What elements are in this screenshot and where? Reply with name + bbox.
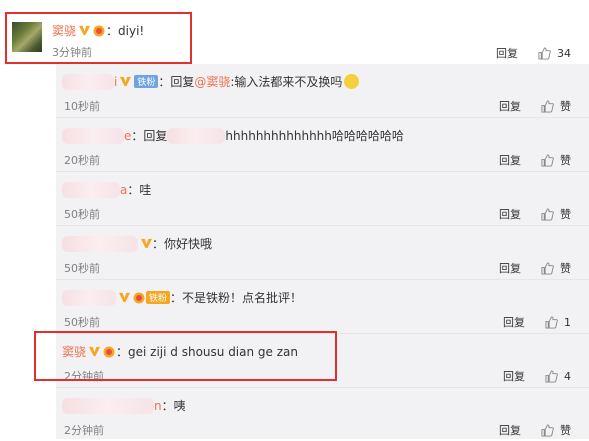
like-icon[interactable] (541, 207, 554, 221)
reply-body: :输入法都来不及换吗 (230, 75, 343, 89)
timestamp: 50秒前 (64, 208, 100, 221)
reply-text: n：咦 (62, 397, 186, 414)
reply-actions: 回复 赞 (499, 206, 571, 222)
timestamp: 10秒前 (64, 100, 100, 113)
list-item: 窦骁 ：gei ziji d shousu dian ge zan 2分钟前 回复… (56, 334, 589, 388)
blurred-username (62, 182, 120, 198)
list-item: 铁粉 ：不是铁粉！点名批评！ 50秒前 回复 1 (56, 280, 589, 334)
list-item: i 铁粉 ：回复@窦骁:输入法都来不及换吗 10秒前 回复 赞 (56, 64, 589, 118)
verified-v-icon (141, 238, 152, 249)
list-item: e：回复 hhhhhhhhhhhhhh哈哈哈哈哈哈 20秒前 回复 赞 (56, 118, 589, 172)
reply-body: ：不是铁粉！点名批评！ (170, 291, 303, 305)
username-link[interactable]: 窦骁 (52, 24, 76, 38)
timestamp: 3分钟前 (52, 46, 92, 59)
reply-text: 铁粉 ：不是铁粉！点名批评！ (62, 289, 302, 306)
reply-button[interactable]: 回复 (499, 206, 521, 222)
like-icon[interactable] (541, 261, 554, 275)
reply-body: hhhhhhhhhhhhhh哈哈哈哈哈哈 (225, 129, 404, 143)
reply-button[interactable]: 回复 (496, 45, 518, 61)
like-label[interactable]: 赞 (560, 152, 571, 168)
timestamp: 2分钟前 (64, 370, 104, 383)
list-item: n：咦 2分钟前 回复 赞 (56, 388, 589, 441)
reply-actions: 回复 赞 (499, 260, 571, 276)
fan-badge: 铁粉 (146, 291, 171, 304)
like-count[interactable]: 4 (564, 370, 571, 383)
verified-v-icon (119, 292, 130, 303)
reply-body: ：gei ziji d shousu dian ge zan (116, 345, 298, 359)
like-icon[interactable] (541, 99, 554, 113)
avatar[interactable] (12, 22, 42, 52)
vip-level-icon (93, 25, 105, 37)
username-link[interactable]: n (154, 399, 162, 413)
reply-text: ：你好快哦 (62, 235, 212, 252)
blurred-mention (167, 128, 226, 144)
comment-actions: 回复 34 (496, 45, 571, 61)
mention-link[interactable]: @窦骁 (194, 75, 230, 89)
reply-text: e：回复 hhhhhhhhhhhhhh哈哈哈哈哈哈 (62, 127, 404, 144)
verified-v-icon (79, 25, 91, 36)
username-link[interactable]: 窦骁 (62, 345, 86, 359)
blurred-username (62, 128, 124, 144)
reply-body: ：回复 (131, 129, 168, 143)
reply-text: i 铁粉 ：回复@窦骁:输入法都来不及换吗 (62, 73, 360, 90)
reply-body: ：咦 (161, 399, 186, 413)
vip-level-icon (103, 346, 115, 358)
blurred-username (62, 398, 154, 414)
reply-body: ：你好快哦 (152, 237, 213, 251)
fan-badge: 铁粉 (134, 75, 159, 88)
main-comment: 窦骁 ：diyi! 3分钟前 回复 34 (0, 0, 589, 61)
like-label[interactable]: 赞 (560, 260, 571, 276)
main-comment-text: 窦骁 ：diyi! (52, 22, 144, 39)
like-count[interactable]: 1 (564, 316, 571, 329)
list-item: a：哇 50秒前 回复 赞 (56, 172, 589, 226)
reply-actions: 回复 1 (503, 314, 571, 330)
list-item: ：你好快哦 50秒前 回复 赞 (56, 226, 589, 280)
reply-button[interactable]: 回复 (499, 152, 521, 168)
timestamp: 50秒前 (64, 316, 100, 329)
timestamp: 2分钟前 (64, 424, 104, 437)
vip-level-icon (133, 292, 145, 304)
reply-button[interactable]: 回复 (499, 98, 521, 114)
like-icon[interactable] (538, 46, 551, 60)
reply-body: ：回复 (158, 75, 195, 89)
blurred-username (62, 74, 114, 90)
reply-list: i 铁粉 ：回复@窦骁:输入法都来不及换吗 10秒前 回复 赞 e：回复 hhhhhh… (56, 64, 589, 439)
like-label[interactable]: 赞 (560, 422, 571, 438)
like-label[interactable]: 赞 (560, 98, 571, 114)
reply-actions: 回复 4 (503, 368, 571, 384)
reply-actions: 回复 赞 (499, 98, 571, 114)
reply-text: a：哇 (62, 181, 151, 198)
reply-button[interactable]: 回复 (503, 368, 525, 384)
like-label[interactable]: 赞 (560, 206, 571, 222)
reply-actions: 回复 赞 (499, 422, 571, 438)
reply-actions: 回复 赞 (499, 152, 571, 168)
like-icon[interactable] (541, 153, 554, 167)
reply-text: 窦骁 ：gei ziji d shousu dian ge zan (62, 343, 298, 360)
like-icon[interactable] (545, 369, 558, 383)
reply-button[interactable]: 回复 (499, 422, 521, 438)
like-icon[interactable] (541, 423, 554, 437)
username-link[interactable]: i (114, 75, 117, 89)
like-icon[interactable] (545, 315, 558, 329)
reply-button[interactable]: 回复 (499, 260, 521, 276)
timestamp: 50秒前 (64, 262, 100, 275)
reply-button[interactable]: 回复 (503, 314, 525, 330)
blurred-username (62, 290, 116, 306)
timestamp: 20秒前 (64, 154, 100, 167)
like-count[interactable]: 34 (557, 47, 571, 60)
blurred-username (62, 236, 138, 252)
main-comment-body: ：diyi! (106, 24, 145, 38)
reply-body: ：哇 (127, 183, 152, 197)
verified-v-icon (120, 76, 132, 87)
verified-v-icon (89, 346, 101, 357)
emoji-icon (344, 74, 360, 89)
